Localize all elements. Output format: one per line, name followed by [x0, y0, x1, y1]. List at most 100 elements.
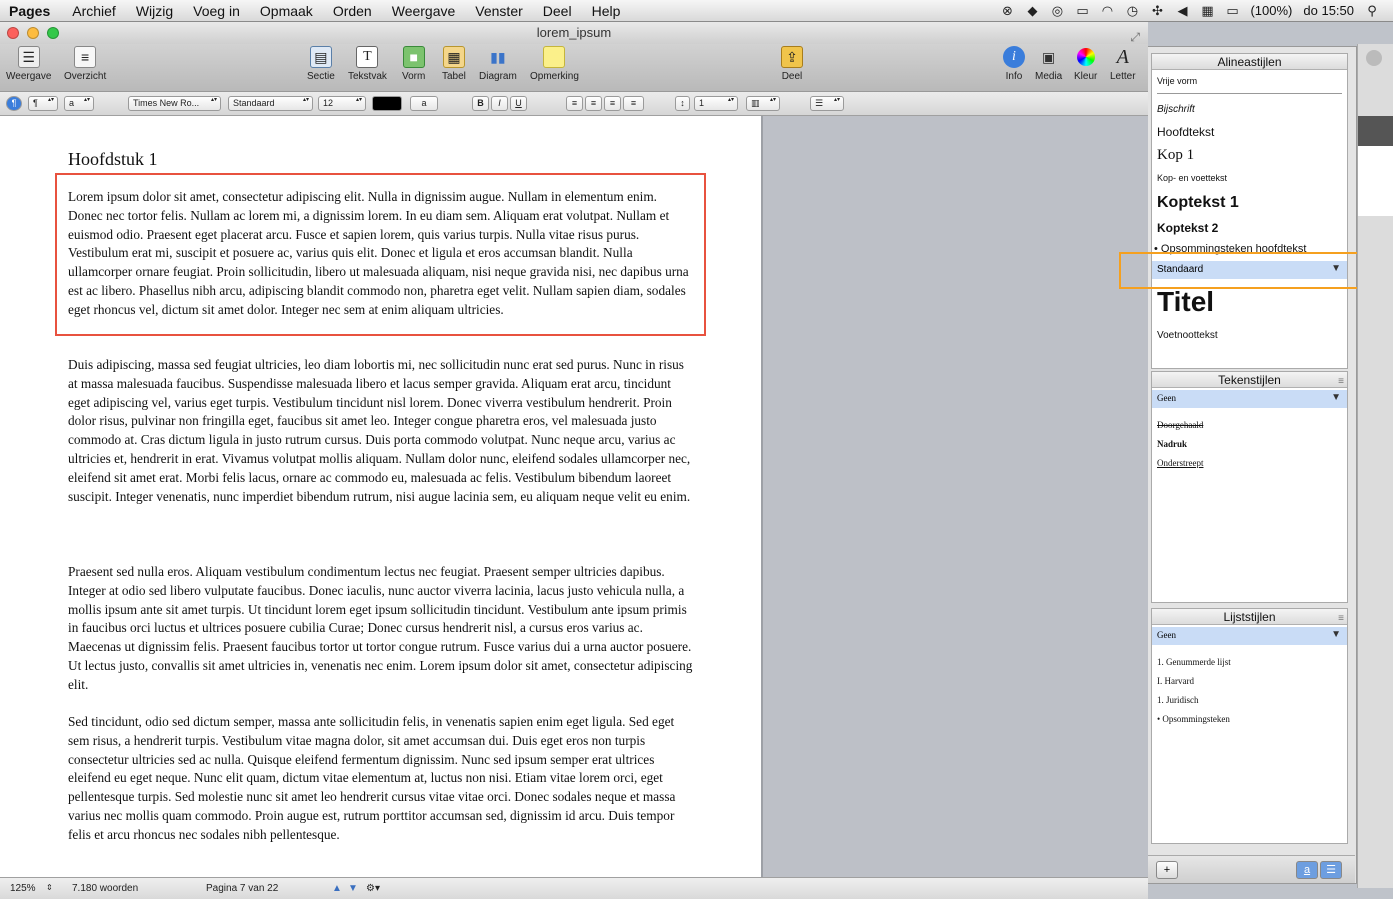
tray-app-icon[interactable]: ⊗ — [1000, 3, 1014, 18]
word-count[interactable]: 7.180 woorden — [72, 883, 138, 894]
show-list-styles-icon[interactable]: ☰ — [1320, 861, 1342, 879]
style-koptekst-2[interactable]: Koptekst 2 — [1157, 221, 1218, 235]
style-vrije-vorm[interactable]: Vrije vorm — [1157, 76, 1197, 86]
style-titel[interactable]: Titel — [1157, 286, 1214, 318]
paragraph-2[interactable]: Duis adipiscing, massa sed feugiat ultri… — [68, 356, 693, 506]
align-justify-icon[interactable]: ≡ — [623, 96, 644, 111]
show-character-styles-button[interactable]: a — [1296, 861, 1318, 879]
zoom-button[interactable] — [47, 27, 59, 39]
italic-button[interactable]: I — [491, 96, 508, 111]
list-style-juridisch[interactable]: 1. Juridisch — [1157, 695, 1199, 705]
menu-archief[interactable]: Archief — [62, 3, 126, 19]
opmerking-button[interactable]: Opmerking — [530, 46, 579, 82]
list-style-opsommingsteken[interactable]: • Opsommingsteken — [1157, 714, 1230, 724]
line-spacing-popup[interactable]: 1 — [694, 96, 738, 111]
zoom-popup[interactable]: 125% — [10, 883, 36, 894]
char-style-nadruk[interactable]: Nadruk — [1157, 439, 1187, 449]
menu-help[interactable]: Help — [582, 3, 631, 19]
bold-button[interactable]: B — [472, 96, 489, 111]
align-left-icon[interactable]: ≡ — [566, 96, 583, 111]
paragraph-style-popup[interactable]: ¶ — [28, 96, 58, 111]
volume-icon[interactable]: ◀ — [1175, 3, 1189, 18]
menu-orden[interactable]: Orden — [323, 3, 382, 19]
diagram-button[interactable]: ▮▮ Diagram — [479, 46, 517, 83]
spotlight-search-icon[interactable]: ⚲ — [1365, 3, 1379, 18]
next-page-icon[interactable]: ▼ — [348, 883, 358, 894]
add-style-button[interactable]: + — [1156, 861, 1178, 879]
deel-button[interactable]: ⇪ Deel — [781, 46, 803, 82]
info-button[interactable]: i Info — [1003, 46, 1025, 82]
vorm-button[interactable]: ■ Vorm — [402, 46, 425, 82]
letter-button[interactable]: A Letter — [1110, 46, 1136, 83]
text-color-well[interactable] — [372, 96, 402, 111]
style-koptekst-1[interactable]: Koptekst 1 — [1157, 194, 1239, 212]
zoom-stepper-icon[interactable]: ⇕ — [46, 883, 53, 892]
list-style-harvard[interactable]: I. Harvard — [1157, 676, 1194, 686]
window-badge-icon[interactable] — [1366, 50, 1382, 66]
menu-voeg-in[interactable]: Voeg in — [183, 3, 250, 19]
table-icon: ▦ — [442, 46, 465, 68]
time-machine-icon[interactable]: ◷ — [1125, 3, 1139, 18]
chapter-heading[interactable]: Hoofdstuk 1 — [68, 149, 158, 170]
display-icon[interactable]: ▭ — [1075, 3, 1089, 18]
sync-icon[interactable]: ◎ — [1050, 3, 1064, 18]
minimize-button[interactable] — [27, 27, 39, 39]
char-style-doorgehaald[interactable]: Doorgehaald — [1157, 420, 1203, 430]
dropbox-icon[interactable]: ◆ — [1025, 3, 1039, 18]
menu-venster[interactable]: Venster — [465, 3, 532, 19]
page-actions-gear-icon[interactable]: ⚙▾ — [366, 883, 380, 894]
tekstvak-label: Tekstvak — [348, 71, 387, 82]
chevron-down-icon[interactable]: ▼ — [1331, 629, 1341, 640]
styles-drawer-toggle-icon[interactable]: ¶ — [6, 96, 22, 111]
menu-clock[interactable]: do 15:50 — [1303, 3, 1354, 18]
kleur-button[interactable]: Kleur — [1074, 46, 1097, 82]
sectie-label: Sectie — [307, 71, 335, 82]
menu-weergave[interactable]: Weergave — [382, 3, 466, 19]
align-right-icon[interactable]: ≡ — [604, 96, 621, 111]
wifi-icon[interactable]: ◠ — [1100, 3, 1114, 18]
character-style-popup[interactable]: a — [64, 96, 94, 111]
font-family-popup[interactable]: Times New Ro... — [128, 96, 221, 111]
bluetooth-icon[interactable]: ✣ — [1150, 3, 1164, 18]
weergave-button[interactable]: ☰ Weergave — [6, 46, 51, 82]
panel-menu-icon[interactable]: ≡ — [1338, 611, 1344, 627]
highlight-color-well[interactable]: a — [410, 96, 438, 111]
tekstvak-button[interactable]: T Tekstvak — [348, 46, 387, 82]
list-style-geen-selected[interactable]: Geen ▼ — [1152, 627, 1347, 645]
character-styles-title-label: Tekenstijlen — [1218, 373, 1281, 387]
tabel-button[interactable]: ▦ Tabel — [442, 46, 466, 82]
style-hoofdtekst[interactable]: Hoofdtekst — [1157, 125, 1214, 139]
battery-icon[interactable]: ▭ — [1225, 3, 1239, 18]
char-style-geen-selected[interactable]: Geen ▼ — [1152, 390, 1347, 408]
list-bullets-popup-icon[interactable]: ☰ — [810, 96, 844, 111]
title-bar: lorem_ipsum ⤢ — [0, 22, 1148, 44]
style-kop-1[interactable]: Kop 1 — [1157, 147, 1194, 164]
media-button[interactable]: ▣ Media — [1035, 46, 1062, 83]
menu-wijzig[interactable]: Wijzig — [126, 3, 183, 19]
paragraph-3[interactable]: Praesent sed nulla eros. Aliquam vestibu… — [68, 563, 693, 695]
style-bijschrift[interactable]: Bijschrift — [1157, 104, 1195, 115]
menu-app-name[interactable]: Pages — [0, 3, 62, 19]
panel-menu-icon[interactable]: ≡ — [1338, 374, 1344, 390]
weergave-label: Weergave — [6, 71, 52, 82]
typeface-popup[interactable]: Standaard — [228, 96, 313, 111]
previous-page-icon[interactable]: ▲ — [332, 883, 342, 894]
chevron-down-icon[interactable]: ▼ — [1331, 392, 1341, 403]
columns-popup-icon[interactable]: ▥ — [746, 96, 780, 111]
sectie-button[interactable]: ▤ Sectie — [307, 46, 335, 82]
paragraph-4[interactable]: Sed tincidunt, odio sed dictum semper, m… — [68, 713, 693, 845]
menu-deel[interactable]: Deel — [533, 3, 582, 19]
style-kop-en-voettekst[interactable]: Kop- en voettekst — [1157, 173, 1227, 183]
char-style-onderstreept[interactable]: Onderstreept — [1157, 458, 1203, 468]
overzicht-button[interactable]: ≡ Overzicht — [64, 46, 106, 82]
calendar-icon[interactable]: ▦ — [1200, 3, 1214, 18]
align-center-icon[interactable]: ≡ — [585, 96, 602, 111]
document-canvas[interactable]: Hoofdstuk 1 Lorem ipsum dolor sit amet, … — [0, 116, 1148, 877]
document-page[interactable]: Hoofdstuk 1 Lorem ipsum dolor sit amet, … — [0, 116, 763, 877]
font-size-combo[interactable]: 12 — [318, 96, 366, 111]
style-voetnoottekst[interactable]: Voetnoottekst — [1157, 330, 1218, 341]
close-button[interactable] — [7, 27, 19, 39]
menu-opmaak[interactable]: Opmaak — [250, 3, 323, 19]
underline-button[interactable]: U — [510, 96, 527, 111]
list-style-genummerde-lijst[interactable]: 1. Genummerde lijst — [1157, 657, 1231, 667]
